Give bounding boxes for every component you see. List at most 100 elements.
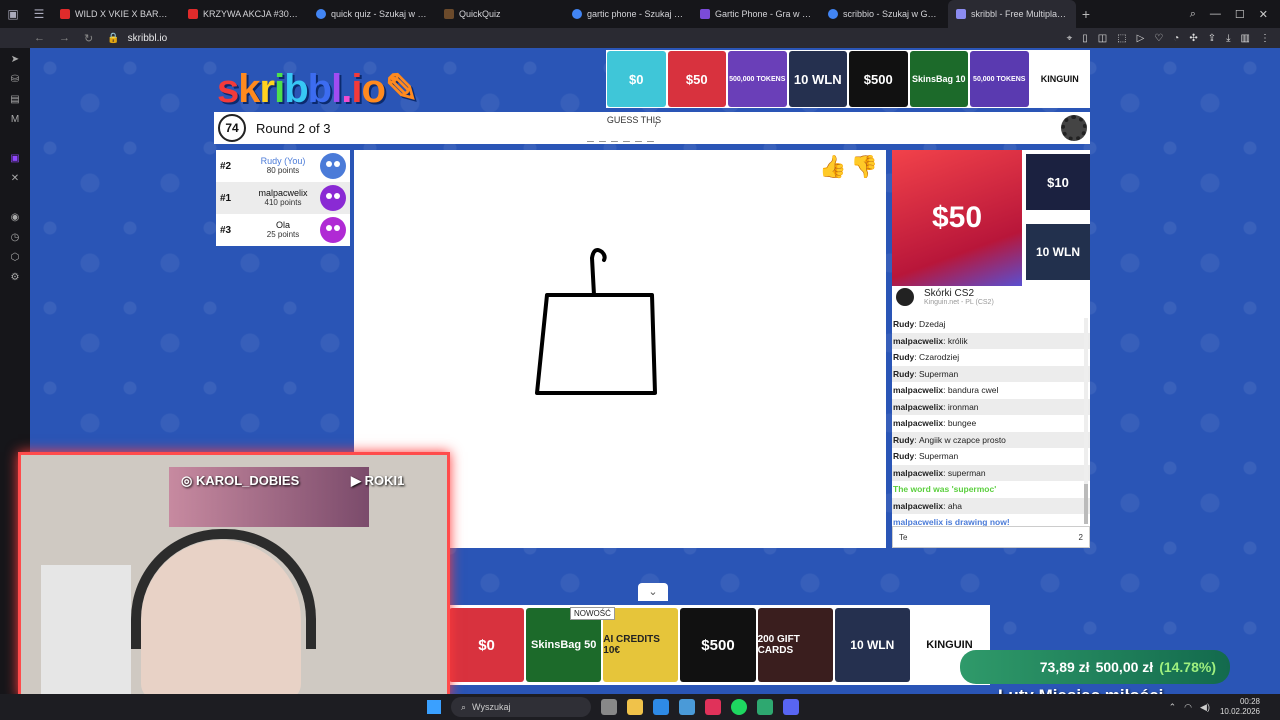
sidebar-twitch-icon[interactable]: ▣ xyxy=(10,153,19,164)
sidebar-wallet-icon[interactable]: ▤ xyxy=(10,94,19,105)
ad-tile[interactable]: $500 xyxy=(849,51,908,107)
screenshot-icon[interactable]: ◫ xyxy=(1098,33,1107,44)
chat-message: Rudy: Dzedaj xyxy=(893,319,946,330)
puzzle-icon[interactable]: ✣ xyxy=(1189,33,1197,44)
chevron-up-icon[interactable]: ⌃ xyxy=(1169,702,1177,713)
reload-icon[interactable]: ↻ xyxy=(84,32,93,45)
tab-4[interactable]: gartic phone - Szukaj w G xyxy=(564,0,692,28)
drawing-message: malpacwelix is drawing now! xyxy=(893,517,1010,526)
sidebar-x-icon[interactable]: ✕ xyxy=(11,173,19,184)
opera-icon[interactable] xyxy=(705,699,721,715)
chevron-down-icon[interactable]: ⌄ xyxy=(638,583,668,601)
youtube-icon xyxy=(60,9,70,19)
history-icon[interactable]: ◔ xyxy=(1173,33,1179,44)
sidebar-shop-icon[interactable]: ⛁ xyxy=(11,74,19,85)
player-points: 80 points xyxy=(266,165,300,175)
workspaces-icon[interactable]: ▣ xyxy=(0,0,26,28)
ad-tile[interactable]: $0 xyxy=(449,608,525,682)
clock-time: 00:28 xyxy=(1239,697,1260,707)
ad-giftcard[interactable]: 10 WLN xyxy=(1026,224,1090,280)
sidebar-m-icon[interactable]: M xyxy=(11,114,19,125)
bottom-ad-banner[interactable]: $0 SkinsBag 50 AI CREDITS 10€ $500 200 G… xyxy=(446,605,990,685)
ad-tile[interactable]: 500,000 TOKENS xyxy=(728,51,787,107)
taskbar-search[interactable]: ⌕ Wyszukaj xyxy=(451,697,591,717)
sidebar-icon[interactable]: ▥ xyxy=(1241,33,1250,44)
side-ad[interactable]: $50 $10 10 WLN Skórki CS2 Kinguin.net - P… xyxy=(892,150,1090,342)
chat-message: malpacwelix: aha xyxy=(892,497,1090,514)
pin-icon[interactable]: ⌖ xyxy=(1067,33,1073,44)
sidebar-settings-icon[interactable]: ⚙ xyxy=(11,272,20,283)
sidebar-box-icon[interactable]: ⬡ xyxy=(11,252,20,263)
chat-message: malpacwelix: ironman xyxy=(892,398,1090,415)
heart-icon[interactable]: ♡ xyxy=(1154,33,1163,44)
ad-tile[interactable]: 10 WLN xyxy=(834,608,910,682)
search-icon: ⌕ xyxy=(461,701,467,712)
youtube-icon: ▶ xyxy=(351,473,365,488)
tab-0[interactable]: WILD X VKIE X BARY X KA xyxy=(52,0,180,28)
ad-tile[interactable]: 10 WLN xyxy=(788,51,847,107)
tab-2[interactable]: quick quiz - Szukaj w Goo xyxy=(308,0,436,28)
skribbl-icon xyxy=(956,9,966,19)
chat-log[interactable]: Rudy: Dzedaj malpacwelix: królik Rudy: C… xyxy=(892,316,1090,526)
bookmark-icon[interactable]: ▯ xyxy=(1082,33,1088,44)
tab-1[interactable]: KRZYWA AKCJA #30 - PR xyxy=(180,0,308,28)
ad-tile[interactable]: 50,000 TOKENS xyxy=(970,51,1029,107)
edge-icon[interactable] xyxy=(653,699,669,715)
tab-6[interactable]: scribbio - Szukaj w Google xyxy=(820,0,948,28)
sidebar-clock-icon[interactable]: ◷ xyxy=(11,232,20,243)
play-icon[interactable]: ▷ xyxy=(1137,33,1145,44)
sidebar-player-icon[interactable]: ◉ xyxy=(11,212,20,223)
tab-5[interactable]: Gartic Phone - Gra w głuc xyxy=(692,0,820,28)
chat-scrollbar[interactable] xyxy=(1084,318,1088,524)
taskview-icon[interactable] xyxy=(601,699,617,715)
ad-caption: Skórki CS2 Kinguin.net - PL (CS2) xyxy=(896,288,994,306)
ad-tile[interactable]: 200 GIFT CARDS xyxy=(757,608,833,682)
forward-icon[interactable]: → xyxy=(59,32,70,44)
tab-list-icon[interactable]: ☰ xyxy=(26,0,52,28)
url-field[interactable]: 🔒 skribbl.io xyxy=(107,33,167,44)
top-ad-banner[interactable]: $0 $50 500,000 TOKENS 10 WLN $500 SkinsB… xyxy=(606,50,1090,108)
chat-input[interactable]: Te 2 xyxy=(892,526,1090,548)
guess-label: GUESS THIS xyxy=(606,115,662,125)
kinguin-icon xyxy=(896,288,914,306)
address-bar: ← → ↻ 🔒 skribbl.io ⌖ ▯ ◫ ⬚ ▷ ♡ ◔ ✣ ⇪ ⤓ ▥ … xyxy=(0,28,1280,48)
tab-label: skribbl - Free Multiplayer xyxy=(971,9,1068,19)
wifi-icon[interactable]: ◠ xyxy=(1184,702,1192,713)
close-icon[interactable]: ✕ xyxy=(1259,8,1268,21)
back-icon[interactable]: ← xyxy=(34,32,45,44)
ad-tile[interactable]: SkinsBag 10 xyxy=(909,51,968,107)
player-row[interactable]: #2 Rudy (You) 80 points xyxy=(216,150,350,182)
ad-tile[interactable]: $50 xyxy=(667,51,726,107)
explorer-icon[interactable] xyxy=(627,699,643,715)
spotify-icon[interactable] xyxy=(731,699,747,715)
discord-icon[interactable] xyxy=(783,699,799,715)
player-row[interactable]: #3 Ola 25 points xyxy=(216,214,350,246)
google-icon xyxy=(828,9,838,19)
ad-tile[interactable]: $500 xyxy=(680,608,756,682)
chat-char-count: 2 xyxy=(1078,532,1083,542)
system-clock[interactable]: 00:28 10.02.2026 xyxy=(1220,697,1280,716)
search-tabs-icon[interactable]: ⌕ xyxy=(1190,8,1196,21)
minimize-icon[interactable]: — xyxy=(1210,8,1221,21)
extension-icon[interactable]: ⬚ xyxy=(1117,33,1126,44)
settings-gear-icon[interactable] xyxy=(1061,115,1087,141)
windows-start-icon[interactable] xyxy=(427,700,441,714)
tab-7[interactable]: skribbl - Free Multiplayer xyxy=(948,0,1076,28)
app-icon[interactable] xyxy=(757,699,773,715)
player-row[interactable]: #1 malpacwelix 410 points xyxy=(216,182,350,214)
maximize-icon[interactable]: ☐ xyxy=(1235,8,1245,21)
ad-tile[interactable]: KINGUIN xyxy=(1030,51,1089,107)
volume-icon[interactable]: ◀) xyxy=(1200,702,1210,713)
new-tab-button[interactable]: + xyxy=(1076,6,1096,22)
store-icon[interactable] xyxy=(679,699,695,715)
ad-forcedrop[interactable]: $50 xyxy=(892,150,1022,286)
share-icon[interactable]: ⇪ xyxy=(1208,33,1216,44)
ad-tile[interactable]: $0 xyxy=(607,51,666,107)
download-icon[interactable]: ⤓ xyxy=(1226,33,1230,44)
menu-icon[interactable]: ⋮ xyxy=(1260,33,1270,44)
sidebar-send-icon[interactable]: ➤ xyxy=(11,54,19,65)
chat-message: Rudy: Angiik w czapce prosto xyxy=(892,431,1090,448)
new-badge: NOWOŚĆ xyxy=(570,607,615,620)
ad-luxedrop[interactable]: $10 xyxy=(1026,154,1090,210)
tab-3[interactable]: QuickQuiz xyxy=(436,0,564,28)
